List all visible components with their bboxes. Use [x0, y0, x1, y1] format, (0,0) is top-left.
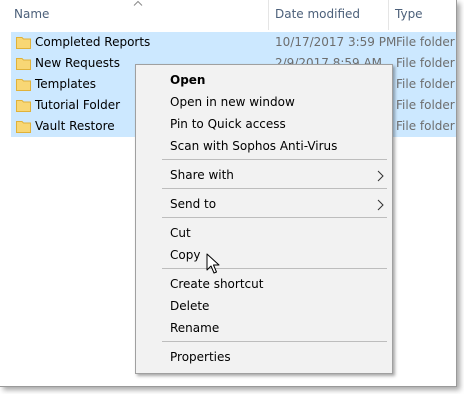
folder-icon: [16, 100, 31, 112]
menu-item-rename[interactable]: Rename: [136, 319, 392, 339]
column-type[interactable]: Type: [395, 7, 423, 21]
menu-item-label: Scan with Sophos Anti-Virus: [170, 139, 338, 153]
submenu-arrow-icon: [377, 199, 384, 211]
menu-item-share-with[interactable]: Share with: [136, 166, 392, 186]
menu-item-open[interactable]: Open: [136, 71, 392, 91]
folder-icon: [16, 79, 31, 91]
menu-item-label: Send to: [170, 197, 217, 211]
submenu-arrow-icon: [377, 170, 384, 182]
menu-separator: [162, 341, 387, 342]
file-name: Vault Restore: [35, 119, 115, 133]
menu-item-label: Cut: [170, 226, 191, 240]
menu-item-send-to[interactable]: Send to: [136, 195, 392, 215]
menu-item-label: Copy: [170, 248, 201, 262]
file-name: Completed Reports: [35, 35, 151, 49]
menu-item-pin-quick-access[interactable]: Pin to Quick access: [136, 115, 392, 135]
column-name[interactable]: Name: [14, 7, 49, 21]
folder-icon: [16, 58, 31, 70]
menu-item-label: Share with: [170, 168, 234, 182]
menu-separator: [162, 188, 387, 189]
menu-item-label: Open: [170, 73, 206, 87]
context-menu: Open Open in new window Pin to Quick acc…: [135, 64, 393, 374]
file-type: File folder: [396, 119, 455, 133]
file-type: File folder: [396, 77, 455, 91]
menu-item-copy[interactable]: Copy: [136, 246, 392, 266]
menu-separator: [162, 217, 387, 218]
column-header: Name Date modified Type: [0, 0, 456, 30]
column-divider[interactable]: [388, 0, 389, 30]
column-divider[interactable]: [268, 0, 269, 30]
menu-separator: [162, 268, 387, 269]
menu-item-label: Delete: [170, 299, 210, 313]
sort-up-arrow-icon: [133, 0, 143, 6]
menu-item-create-shortcut[interactable]: Create shortcut: [136, 275, 392, 295]
file-name: Templates: [35, 77, 97, 91]
file-type: File folder: [396, 56, 455, 70]
menu-item-cut[interactable]: Cut: [136, 224, 392, 244]
file-type: File folder: [396, 98, 455, 112]
file-name: New Requests: [35, 56, 120, 70]
menu-item-label: Create shortcut: [170, 277, 264, 291]
column-date-modified[interactable]: Date modified: [275, 7, 360, 21]
file-date: 10/17/2017 3:59 PM: [275, 35, 397, 49]
file-name: Tutorial Folder: [35, 98, 121, 112]
menu-item-delete[interactable]: Delete: [136, 297, 392, 317]
menu-item-label: Properties: [170, 350, 231, 364]
menu-item-label: Pin to Quick access: [170, 117, 286, 131]
menu-item-label: Rename: [170, 321, 220, 335]
folder-icon: [16, 37, 31, 49]
menu-item-properties[interactable]: Properties: [136, 348, 392, 368]
file-type: File folder: [396, 35, 455, 49]
menu-item-label: Open in new window: [170, 95, 295, 109]
folder-icon: [16, 121, 31, 133]
menu-item-open-new-window[interactable]: Open in new window: [136, 93, 392, 113]
menu-item-scan-sophos[interactable]: Scan with Sophos Anti-Virus: [136, 137, 392, 157]
mouse-pointer-icon: [206, 253, 220, 274]
menu-separator: [162, 159, 387, 160]
file-row-completed-reports[interactable]: Completed Reports 10/17/2017 3:59 PM Fil…: [11, 32, 456, 53]
